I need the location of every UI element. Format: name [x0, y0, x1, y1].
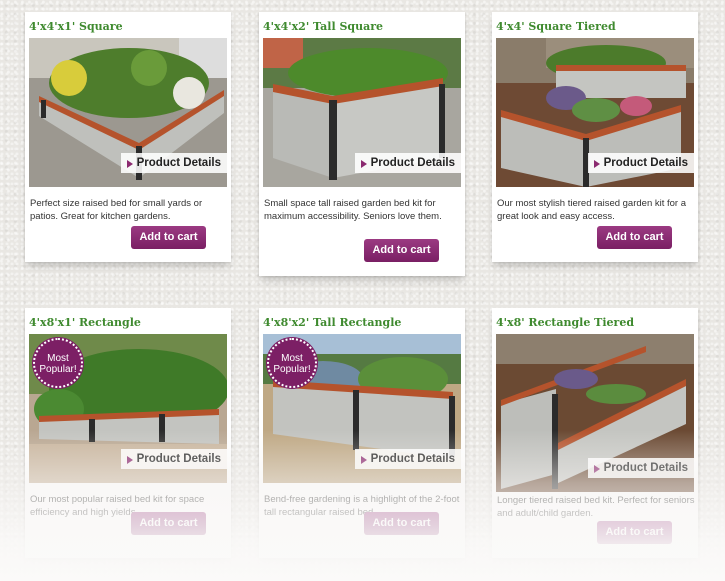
play-arrow-icon [360, 160, 367, 168]
product-title[interactable]: 4'x8' Rectangle Tiered [496, 316, 634, 329]
product-card: 4'x4'x2' Tall Square Product Details Sma… [259, 12, 465, 276]
product-title[interactable]: 4'x4'x1' Square [29, 20, 123, 33]
product-description: Small space tall raised garden bed kit f… [264, 198, 442, 222]
most-popular-badge: Most Popular! [267, 338, 317, 388]
add-to-cart-button[interactable]: Add to cart [364, 512, 439, 535]
play-arrow-icon [126, 456, 133, 464]
product-title[interactable]: 4'x4'x2' Tall Square [263, 20, 383, 33]
play-arrow-icon [126, 160, 133, 168]
product-image[interactable]: Most Popular! Product Details [263, 334, 461, 483]
product-image[interactable]: Product Details [263, 38, 461, 187]
add-to-cart-button[interactable]: Add to cart [597, 521, 672, 544]
add-to-cart-button[interactable]: Add to cart [131, 512, 206, 535]
play-arrow-icon [360, 456, 367, 464]
product-details-label: Product Details [603, 157, 688, 169]
product-card: 4'x4' Square Tiered Product Details Our … [492, 12, 698, 262]
product-details-button[interactable]: Product Details [120, 153, 227, 173]
product-details-button[interactable]: Product Details [587, 458, 694, 478]
product-details-label: Product Details [136, 157, 221, 169]
product-details-button[interactable]: Product Details [120, 449, 227, 469]
product-details-button[interactable]: Product Details [587, 153, 694, 173]
most-popular-badge: Most Popular! [33, 338, 83, 388]
play-arrow-icon [593, 160, 600, 168]
add-to-cart-button[interactable]: Add to cart [597, 226, 672, 249]
play-arrow-icon [593, 465, 600, 473]
product-details-button[interactable]: Product Details [354, 449, 461, 469]
product-title[interactable]: 4'x4' Square Tiered [496, 20, 616, 33]
add-to-cart-button[interactable]: Add to cart [364, 239, 439, 262]
product-description: Perfect size raised bed for small yards … [30, 198, 203, 222]
product-image[interactable]: Most Popular! Product Details [29, 334, 227, 483]
product-image[interactable]: Product Details [496, 334, 694, 492]
product-details-label: Product Details [370, 157, 455, 169]
product-card: 4'x8'x1' Rectangle Most Popular! Product… [25, 308, 231, 558]
product-description: Longer tiered raised bed kit. Perfect fo… [497, 495, 695, 519]
product-image[interactable]: Product Details [496, 38, 694, 187]
product-card: 4'x8' Rectangle Tiered Product Details L… [492, 308, 698, 558]
product-details-label: Product Details [136, 453, 221, 465]
product-description: Our most stylish tiered raised garden ki… [497, 198, 687, 222]
add-to-cart-button[interactable]: Add to cart [131, 226, 206, 249]
product-image[interactable]: Product Details [29, 38, 227, 187]
product-card: 4'x8'x2' Tall Rectangle Most Popular! Pr… [259, 308, 465, 558]
product-card: 4'x4'x1' Square Product Details Perfect … [25, 12, 231, 262]
product-details-label: Product Details [370, 453, 455, 465]
product-title[interactable]: 4'x8'x1' Rectangle [29, 316, 141, 329]
product-title[interactable]: 4'x8'x2' Tall Rectangle [263, 316, 401, 329]
product-details-label: Product Details [603, 462, 688, 474]
product-details-button[interactable]: Product Details [354, 153, 461, 173]
